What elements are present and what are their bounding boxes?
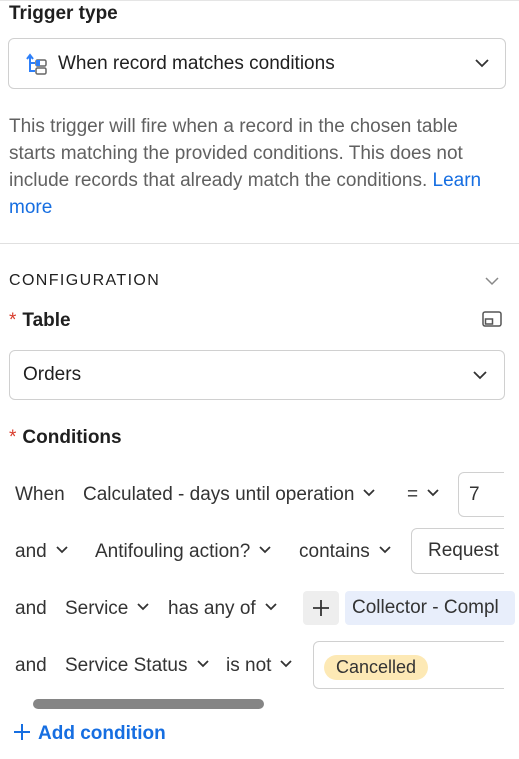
add-condition-label: Add condition bbox=[38, 723, 166, 744]
condition-field-value: Service bbox=[65, 598, 129, 619]
chevron-down-icon bbox=[137, 603, 149, 611]
value-chip: Collector - Compl bbox=[345, 591, 515, 625]
condition-conjunction-dropdown[interactable]: and bbox=[15, 598, 47, 620]
condition-operator-value: contains bbox=[299, 541, 370, 562]
condition-conjunction-value: and bbox=[15, 541, 47, 562]
table-select[interactable]: Orders bbox=[9, 350, 505, 400]
table-label-text: Table bbox=[22, 310, 71, 331]
condition-field-dropdown[interactable]: Service bbox=[65, 598, 150, 620]
horizontal-scrollbar[interactable] bbox=[33, 699, 264, 709]
condition-conjunction-value: and bbox=[15, 598, 47, 619]
add-condition-button[interactable]: Add condition bbox=[12, 723, 166, 745]
chevron-down-icon bbox=[196, 660, 209, 668]
required-marker: * bbox=[9, 427, 17, 448]
condition-operator-dropdown[interactable]: contains bbox=[299, 541, 392, 563]
condition-field-value: Calculated - days until operation bbox=[83, 484, 355, 505]
condition-conjunction-value: and bbox=[15, 655, 47, 676]
configuration-heading: CONFIGURATION bbox=[9, 272, 161, 289]
condition-value-input[interactable]: 7 bbox=[458, 472, 504, 517]
condition-value-text: 7 bbox=[469, 484, 480, 505]
conditions-label-text: Conditions bbox=[22, 427, 122, 448]
condition-operator-dropdown[interactable]: is not bbox=[226, 655, 293, 677]
add-value-button[interactable] bbox=[303, 591, 339, 625]
condition-value-select[interactable]: Cancelled bbox=[313, 641, 504, 689]
section-divider bbox=[0, 243, 519, 244]
top-divider bbox=[0, 0, 519, 1]
condition-conjunction-dropdown[interactable]: and bbox=[15, 541, 69, 563]
condition-field-value: Service Status bbox=[65, 655, 188, 676]
record-conditions-icon bbox=[26, 53, 47, 75]
condition-conjunction-dropdown[interactable]: and bbox=[15, 655, 47, 677]
table-select-value: Orders bbox=[23, 364, 82, 385]
chevron-down-icon bbox=[473, 371, 487, 380]
plus-icon bbox=[313, 600, 329, 616]
condition-operator-dropdown[interactable]: = bbox=[407, 484, 440, 506]
required-marker: * bbox=[9, 310, 17, 331]
expand-icon[interactable] bbox=[481, 310, 503, 328]
plus-icon bbox=[14, 723, 30, 740]
status-chip: Cancelled bbox=[324, 655, 429, 680]
chevron-down-icon bbox=[363, 489, 376, 497]
trigger-description-text: This trigger will fire when a record in … bbox=[9, 116, 463, 191]
trigger-description: This trigger will fire when a record in … bbox=[9, 113, 509, 221]
chevron-down-icon bbox=[475, 59, 489, 68]
chevron-down-icon bbox=[427, 489, 439, 497]
condition-operator-value: is not bbox=[226, 655, 272, 676]
trigger-type-heading: Trigger type bbox=[9, 3, 118, 24]
condition-field-dropdown[interactable]: Service Status bbox=[65, 655, 210, 677]
chevron-down-icon bbox=[379, 546, 391, 554]
condition-field-dropdown[interactable]: Calculated - days until operation bbox=[83, 484, 376, 506]
conditions-list: When Calculated - days until operation =… bbox=[0, 460, 504, 710]
condition-field-value: Antifouling action? bbox=[95, 541, 251, 562]
table-field-label: * Table bbox=[9, 310, 71, 332]
condition-operator-value: has any of bbox=[168, 598, 256, 619]
conditions-field-label: * Conditions bbox=[9, 427, 122, 449]
condition-field-dropdown[interactable]: Antifouling action? bbox=[95, 541, 272, 563]
condition-value-select[interactable]: Request bbox=[411, 528, 504, 574]
condition-value-text: Request bbox=[428, 540, 499, 561]
chevron-down-icon bbox=[280, 660, 293, 668]
condition-operator-value: = bbox=[407, 484, 419, 505]
chevron-down-icon bbox=[259, 546, 271, 554]
collapse-chevron-icon[interactable] bbox=[484, 276, 500, 286]
value-chip-text: Collector - Compl bbox=[352, 597, 499, 618]
chevron-down-icon bbox=[56, 546, 68, 554]
condition-operator-dropdown[interactable]: has any of bbox=[168, 598, 278, 620]
trigger-type-select[interactable]: When record matches conditions bbox=[8, 38, 506, 89]
trigger-type-value: When record matches conditions bbox=[58, 53, 335, 74]
chevron-down-icon bbox=[265, 603, 277, 611]
condition-conjunction: When bbox=[15, 484, 65, 505]
